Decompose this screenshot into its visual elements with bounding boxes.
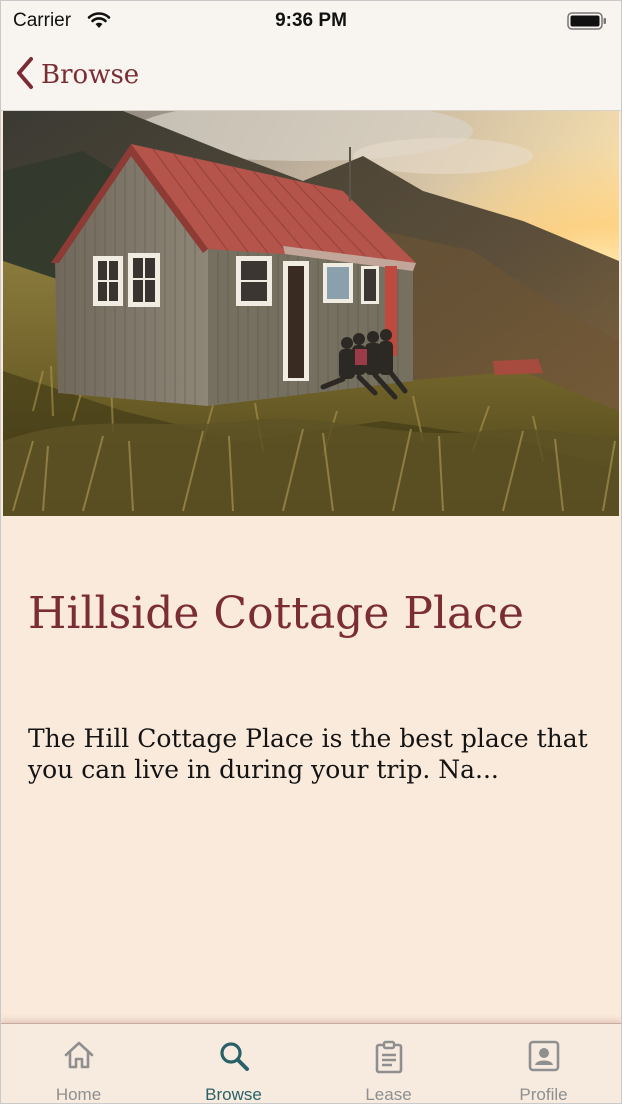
tab-home[interactable]: Home: [1, 1024, 156, 1104]
listing-details: Hillside Cottage Place The Hill Cottage …: [1, 516, 621, 1023]
status-bar: Carrier 9:36 PM: [1, 1, 621, 41]
chevron-left-icon: [15, 56, 35, 94]
back-button[interactable]: Browse: [15, 55, 139, 95]
tab-home-label: Home: [55, 1085, 102, 1104]
battery-icon: [567, 12, 607, 34]
back-button-label: Browse: [41, 60, 140, 90]
clipboard-icon: [374, 1040, 404, 1078]
clock: 9:36 PM: [275, 10, 347, 31]
home-icon: [63, 1040, 95, 1074]
search-icon: [218, 1040, 250, 1076]
tab-lease[interactable]: Lease: [311, 1024, 466, 1104]
tab-bar: Home Browse Lease Profile: [1, 1023, 621, 1104]
navigation-bar: Browse: [1, 41, 621, 111]
tab-profile[interactable]: Profile: [466, 1024, 621, 1104]
listing-description: The Hill Cottage Place is the best place…: [28, 724, 588, 784]
tab-profile-label: Profile: [519, 1085, 568, 1104]
listing-title: Hillside Cottage Place: [28, 588, 524, 639]
profile-card-icon: [528, 1040, 560, 1076]
tab-lease-label: Lease: [365, 1085, 412, 1104]
app-screen: Carrier 9:36 PM Browse Hillside Cottage …: [0, 0, 622, 1104]
tab-browse-label: Browse: [205, 1085, 262, 1104]
cottage-hero-image: [3, 111, 619, 516]
tab-browse[interactable]: Browse: [156, 1024, 311, 1104]
